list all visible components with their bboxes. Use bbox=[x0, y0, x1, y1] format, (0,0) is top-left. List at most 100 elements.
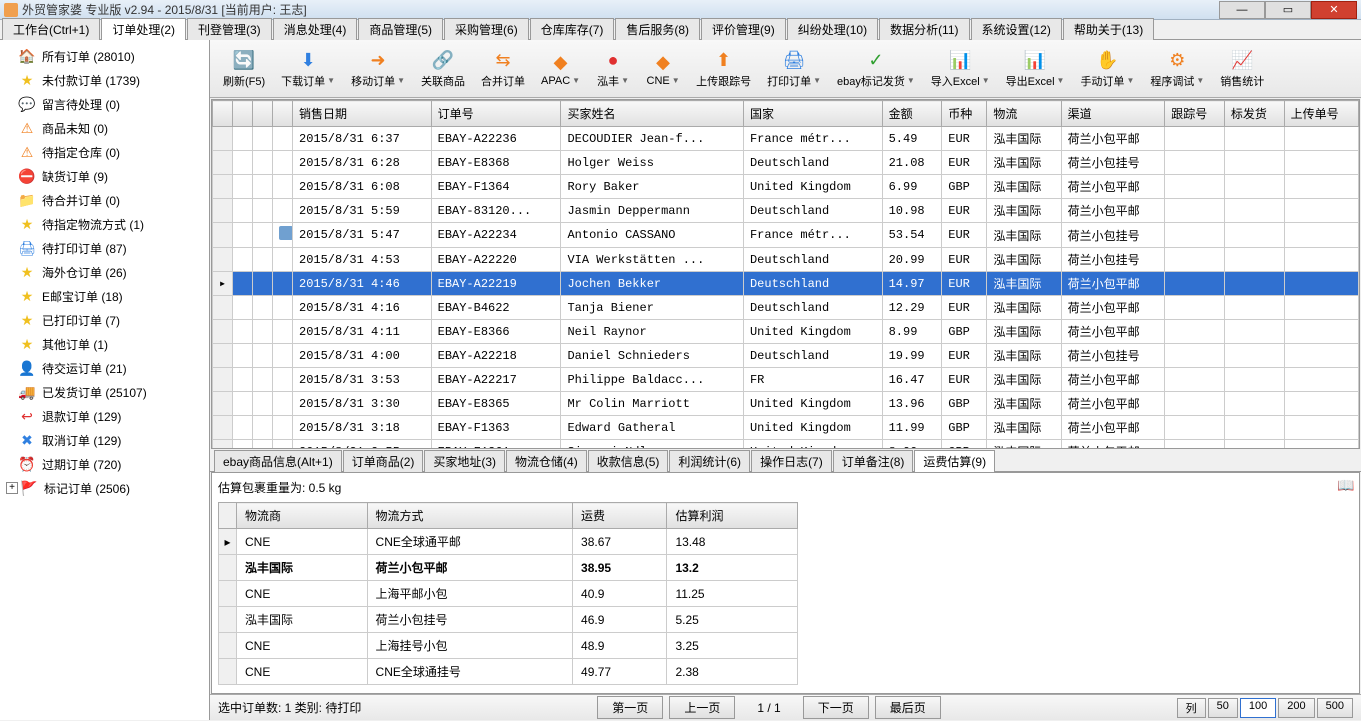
sidebar-item[interactable]: ★E邮宝订单 (18) bbox=[2, 284, 207, 308]
sidebar-item[interactable]: ★其他订单 (1) bbox=[2, 332, 207, 356]
sidebar-item[interactable]: 📁待合并订单 (0) bbox=[2, 188, 207, 212]
order-row[interactable]: 2015/8/31 4:53EBAY-A22220VIA Werkstätten… bbox=[213, 248, 1359, 272]
freight-grid[interactable]: 物流商物流方式运费估算利润▸CNECNE全球通平邮38.6713.48泓丰国际荷… bbox=[218, 502, 798, 685]
sidebar-item[interactable]: ⚠待指定仓库 (0) bbox=[2, 140, 207, 164]
order-row[interactable]: 2015/8/31 4:00EBAY-A22218Daniel Schniede… bbox=[213, 344, 1359, 368]
order-category-sidebar[interactable]: 🏠所有订单 (28010)★未付款订单 (1739)💬留言待处理 (0)⚠商品未… bbox=[0, 40, 210, 720]
page-size-button[interactable]: 100 bbox=[1240, 698, 1276, 718]
first-page-button[interactable]: 第一页 bbox=[597, 696, 663, 719]
column-header[interactable] bbox=[233, 101, 253, 127]
main-tab[interactable]: 消息处理(4) bbox=[273, 18, 358, 40]
sidebar-item[interactable]: ↩退款订单 (129) bbox=[2, 404, 207, 428]
main-tab[interactable]: 订单处理(2) bbox=[101, 18, 186, 40]
sidebar-item[interactable]: +🚩标记订单 (2506) bbox=[2, 476, 207, 500]
order-grid[interactable]: 销售日期订单号买家姓名国家金额币种物流渠道跟踪号标发货上传单号2015/8/31… bbox=[212, 100, 1359, 448]
detail-tab[interactable]: 订单商品(2) bbox=[343, 450, 424, 472]
last-page-button[interactable]: 最后页 bbox=[875, 696, 941, 719]
main-tab[interactable]: 仓库库存(7) bbox=[530, 18, 615, 40]
maximize-button[interactable]: ▭ bbox=[1265, 1, 1311, 19]
order-row[interactable]: 2015/8/31 6:37EBAY-A22236DECOUDIER Jean-… bbox=[213, 127, 1359, 151]
column-header[interactable]: 金额 bbox=[882, 101, 942, 127]
sidebar-item[interactable]: ★已打印订单 (7) bbox=[2, 308, 207, 332]
column-header[interactable]: 估算利润 bbox=[667, 503, 798, 529]
detail-tab[interactable]: ebay商品信息(Alt+1) bbox=[214, 450, 342, 472]
toolbar-button[interactable]: 📈销售统计 bbox=[1213, 45, 1271, 92]
order-row[interactable]: 2015/8/31 4:46EBAY-A22219Jochen BekkerDe… bbox=[213, 272, 1359, 296]
column-header[interactable]: 渠道 bbox=[1061, 101, 1165, 127]
column-header[interactable] bbox=[273, 101, 293, 127]
main-tab[interactable]: 数据分析(11) bbox=[879, 18, 969, 40]
detail-tab[interactable]: 收款信息(5) bbox=[588, 450, 669, 472]
page-size-button[interactable]: 50 bbox=[1208, 698, 1238, 718]
main-tab[interactable]: 商品管理(5) bbox=[358, 18, 443, 40]
column-header[interactable] bbox=[213, 101, 233, 127]
close-button[interactable]: ✕ bbox=[1311, 1, 1357, 19]
toolbar-button[interactable]: 📊导入Excel▼ bbox=[924, 45, 997, 92]
toolbar-button[interactable]: ⬇下载订单▼ bbox=[274, 45, 342, 92]
detail-tab[interactable]: 买家地址(3) bbox=[424, 450, 505, 472]
list-mode-button[interactable]: 列 bbox=[1177, 698, 1206, 718]
order-row[interactable]: 2015/8/31 6:08EBAY-F1364Rory BakerUnited… bbox=[213, 175, 1359, 199]
sidebar-item[interactable]: ★海外仓订单 (26) bbox=[2, 260, 207, 284]
toolbar-button[interactable]: ✋手动订单▼ bbox=[1073, 45, 1141, 92]
order-row[interactable]: 2015/8/31 3:53EBAY-A22217Philippe Baldac… bbox=[213, 368, 1359, 392]
column-header[interactable]: 物流商 bbox=[237, 503, 368, 529]
column-header[interactable]: 标发货 bbox=[1224, 101, 1284, 127]
freight-row[interactable]: ▸CNECNE全球通平邮38.6713.48 bbox=[219, 529, 798, 555]
order-row[interactable]: 2015/8/31 3:30EBAY-E8365Mr Colin Marriot… bbox=[213, 392, 1359, 416]
book-icon[interactable]: 📖 bbox=[1337, 477, 1353, 493]
column-header[interactable]: 币种 bbox=[942, 101, 987, 127]
toolbar-button[interactable]: ➜移动订单▼ bbox=[344, 45, 412, 92]
detail-tab[interactable]: 订单备注(8) bbox=[833, 450, 914, 472]
column-header[interactable]: 上传单号 bbox=[1284, 101, 1358, 127]
sidebar-item[interactable]: ⛔缺货订单 (9) bbox=[2, 164, 207, 188]
main-tab[interactable]: 刊登管理(3) bbox=[187, 18, 272, 40]
detail-tab[interactable]: 运费估算(9) bbox=[914, 450, 995, 472]
column-header[interactable]: 跟踪号 bbox=[1165, 101, 1225, 127]
order-row[interactable]: 2015/8/31 6:28EBAY-E8368Holger WeissDeut… bbox=[213, 151, 1359, 175]
column-header[interactable] bbox=[253, 101, 273, 127]
main-tab[interactable]: 售后服务(8) bbox=[615, 18, 700, 40]
order-row[interactable]: 2015/8/31 4:11EBAY-E8366Neil RaynorUnite… bbox=[213, 320, 1359, 344]
order-row[interactable]: 2015/8/31 5:47EBAY-A22234Antonio CASSANO… bbox=[213, 223, 1359, 248]
column-header[interactable]: 物流方式 bbox=[367, 503, 572, 529]
next-page-button[interactable]: 下一页 bbox=[803, 696, 869, 719]
column-header[interactable]: 国家 bbox=[743, 101, 882, 127]
column-header[interactable]: 销售日期 bbox=[293, 101, 432, 127]
main-tab[interactable]: 纠纷处理(10) bbox=[787, 18, 878, 40]
column-header[interactable]: 买家姓名 bbox=[561, 101, 743, 127]
column-header[interactable]: 物流 bbox=[987, 101, 1061, 127]
toolbar-button[interactable]: ⚙程序调试▼ bbox=[1143, 45, 1211, 92]
column-header[interactable] bbox=[219, 503, 237, 529]
toolbar-button[interactable]: 🔄刷新(F5) bbox=[216, 45, 272, 92]
sidebar-item[interactable]: 🏠所有订单 (28010) bbox=[2, 44, 207, 68]
sidebar-item[interactable]: 🚚已发货订单 (25107) bbox=[2, 380, 207, 404]
toolbar-button[interactable]: ⬆上传跟踪号 bbox=[689, 45, 758, 92]
column-header[interactable]: 运费 bbox=[573, 503, 667, 529]
detail-tab[interactable]: 操作日志(7) bbox=[751, 450, 832, 472]
tree-expand-icon[interactable]: + bbox=[6, 482, 18, 494]
order-row[interactable]: 2015/8/31 4:16EBAY-B4622Tanja BienerDeut… bbox=[213, 296, 1359, 320]
detail-tab[interactable]: 利润统计(6) bbox=[669, 450, 750, 472]
page-size-button[interactable]: 200 bbox=[1278, 698, 1314, 718]
toolbar-button[interactable]: 🔗关联商品 bbox=[414, 45, 472, 92]
prev-page-button[interactable]: 上一页 bbox=[669, 696, 735, 719]
order-row[interactable]: 2015/8/31 3:18EBAY-F1363Edward GatheralU… bbox=[213, 416, 1359, 440]
sidebar-item[interactable]: ⚠商品未知 (0) bbox=[2, 116, 207, 140]
sidebar-item[interactable]: 💬留言待处理 (0) bbox=[2, 92, 207, 116]
main-tab[interactable]: 帮助关于(13) bbox=[1063, 18, 1154, 40]
toolbar-button[interactable]: 🖨打印订单▼ bbox=[760, 45, 828, 92]
order-row[interactable]: 2015/8/31 5:59EBAY-83120...Jasmin Depper… bbox=[213, 199, 1359, 223]
freight-row[interactable]: 泓丰国际荷兰小包平邮38.9513.2 bbox=[219, 555, 798, 581]
main-tab[interactable]: 评价管理(9) bbox=[701, 18, 786, 40]
main-tab[interactable]: 工作台(Ctrl+1) bbox=[2, 18, 100, 40]
detail-tab[interactable]: 物流仓储(4) bbox=[506, 450, 587, 472]
freight-row[interactable]: CNE上海平邮小包40.911.25 bbox=[219, 581, 798, 607]
page-size-button[interactable]: 500 bbox=[1317, 698, 1353, 718]
freight-row[interactable]: 泓丰国际荷兰小包挂号46.95.25 bbox=[219, 607, 798, 633]
toolbar-button[interactable]: ●泓丰▼ bbox=[589, 45, 637, 92]
order-row[interactable]: 2015/8/31 2:55EBAY-F1361Singani NdlovuUn… bbox=[213, 440, 1359, 449]
toolbar-button[interactable]: ✓ebay标记发货▼ bbox=[830, 45, 922, 92]
sidebar-item[interactable]: ★未付款订单 (1739) bbox=[2, 68, 207, 92]
sidebar-item[interactable]: ★待指定物流方式 (1) bbox=[2, 212, 207, 236]
